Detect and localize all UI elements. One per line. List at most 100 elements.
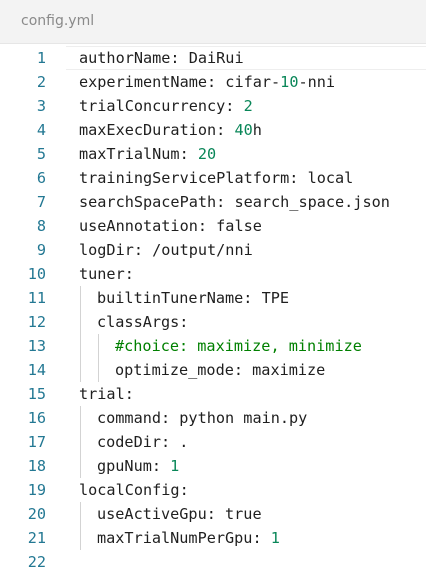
code-text: gpuNum: 1 [97, 454, 179, 478]
code-token: optimize_mode: maximize [115, 361, 326, 379]
file-tab-title[interactable]: config.yml [21, 13, 94, 29]
line-number: 9 [36, 241, 46, 259]
code-token: classArgs: [97, 313, 189, 331]
code-token: command: python main.py [97, 409, 308, 427]
code-token: builtinTunerName: TPE [97, 289, 290, 307]
code-text: trial: [79, 382, 134, 406]
code-token: trialConcurrency: [79, 97, 244, 115]
code-number: 2 [243, 97, 253, 115]
tab-header: config.yml [0, 0, 426, 44]
line-number: 2 [36, 73, 46, 91]
code-text: classArgs: [97, 310, 188, 334]
code-line[interactable]: 10 tuner: [0, 262, 426, 286]
code-line[interactable]: 21 maxTrialNumPerGpu: 1 [0, 526, 426, 550]
code-line[interactable]: 5 maxTrialNum: 20 [0, 142, 426, 166]
code-text: authorName: DaiRui [79, 46, 244, 70]
code-line[interactable]: 15 trial: [0, 382, 426, 406]
line-number: 8 [36, 217, 46, 235]
code-line[interactable]: 4 maxExecDuration: 40h [0, 118, 426, 142]
code-line[interactable]: 8 useAnnotation: false [0, 214, 426, 238]
code-token: useActiveGpu: true [97, 505, 262, 523]
code-text: experimentName: cifar-10-nni [79, 70, 335, 94]
line-number: 4 [36, 121, 46, 139]
code-text: maxTrialNum: 20 [79, 142, 216, 166]
code-text: useActiveGpu: true [97, 502, 262, 526]
code-token: trial: [79, 385, 134, 403]
code-token: codeDir: . [97, 433, 189, 451]
line-number: 14 [27, 361, 46, 379]
code-text: builtinTunerName: TPE [97, 286, 289, 310]
code-text: localConfig: [79, 478, 189, 502]
line-number: 17 [27, 433, 46, 451]
line-number: 15 [27, 385, 46, 403]
code-token: localConfig: [79, 481, 189, 499]
line-number: 3 [36, 97, 46, 115]
line-number: 19 [27, 481, 46, 499]
indent-guide [80, 502, 81, 550]
line-number: 11 [27, 289, 46, 307]
code-line[interactable]: 14 optimize_mode: maximize [0, 358, 426, 382]
code-line[interactable]: 17 codeDir: . [0, 430, 426, 454]
code-text: optimize_mode: maximize [115, 358, 325, 382]
line-number: 21 [27, 529, 46, 547]
code-line[interactable]: 19 localConfig: [0, 478, 426, 502]
code-text: logDir: /output/nni [79, 238, 253, 262]
code-token: searchSpacePath: search_space.json [79, 193, 390, 211]
line-number: 5 [36, 145, 46, 163]
code-line[interactable]: 7 searchSpacePath: search_space.json [0, 190, 426, 214]
code-token: gpuNum: [97, 457, 171, 475]
code-line[interactable]: 20 useActiveGpu: true [0, 502, 426, 526]
code-editor[interactable]: config.yml 1 authorName: DaiRui 2 experimen… [0, 0, 426, 571]
code-text: useAnnotation: false [79, 214, 262, 238]
code-text: trainingServicePlatform: local [79, 166, 353, 190]
line-number: 13 [27, 337, 46, 355]
code-number: 20 [197, 145, 217, 163]
code-line[interactable]: 13 #choice: maximize, minimize [0, 334, 426, 358]
code-line[interactable]: 6 trainingServicePlatform: local [0, 166, 426, 190]
code-token: useAnnotation: false [79, 217, 262, 235]
code-token: maxTrialNumPerGpu: [97, 529, 271, 547]
code-line[interactable]: 16 command: python main.py [0, 406, 426, 430]
code-line[interactable]: 18 gpuNum: 1 [0, 454, 426, 478]
code-comment: #choice: maximize, minimize [115, 337, 362, 355]
code-text: command: python main.py [97, 406, 307, 430]
code-text: tuner: [79, 262, 134, 286]
line-number: 16 [27, 409, 46, 427]
line-number: 10 [27, 265, 46, 283]
indent-guide [80, 286, 81, 382]
code-line[interactable]: 9 logDir: /output/nni [0, 238, 426, 262]
code-token: experimentName: cifar- [79, 73, 281, 91]
code-text: searchSpacePath: search_space.json [79, 190, 390, 214]
code-number: 1 [270, 529, 280, 547]
indent-guide [98, 334, 99, 382]
code-line[interactable]: 3 trialConcurrency: 2 [0, 94, 426, 118]
code-line[interactable]: 11 builtinTunerName: TPE [0, 286, 426, 310]
code-text: codeDir: . [97, 430, 188, 454]
code-token: h [252, 121, 262, 139]
code-token: authorName: DaiRui [79, 49, 244, 67]
line-number: 12 [27, 313, 46, 331]
code-number: 10 [280, 73, 299, 91]
code-text: maxExecDuration: 40h [79, 118, 262, 142]
code-token: -nni [298, 73, 336, 91]
code-text: maxTrialNumPerGpu: 1 [97, 526, 280, 550]
code-line[interactable]: 12 classArgs: [0, 310, 426, 334]
code-line[interactable]: 2 experimentName: cifar-10-nni [0, 70, 426, 94]
code-line[interactable]: 1 authorName: DaiRui [0, 46, 426, 70]
code-token: logDir: /output/nni [79, 241, 253, 259]
line-number: 7 [36, 193, 46, 211]
code-area[interactable]: 1 authorName: DaiRui 2 experimentName: cifa… [0, 46, 426, 571]
code-token: maxTrialNum: [79, 145, 198, 163]
line-number: 18 [27, 457, 46, 475]
code-number: 1 [170, 457, 180, 475]
line-number: 20 [27, 505, 46, 523]
code-token: maxExecDuration: [79, 121, 235, 139]
line-number: 1 [36, 49, 46, 67]
code-text: trialConcurrency: 2 [79, 94, 253, 118]
indent-guide [80, 406, 81, 478]
code-text: #choice: maximize, minimize [115, 334, 362, 358]
code-token: tuner: [79, 265, 134, 283]
code-number: 40 [234, 121, 253, 139]
code-token: trainingServicePlatform: local [79, 169, 354, 187]
line-number: 6 [36, 169, 46, 187]
